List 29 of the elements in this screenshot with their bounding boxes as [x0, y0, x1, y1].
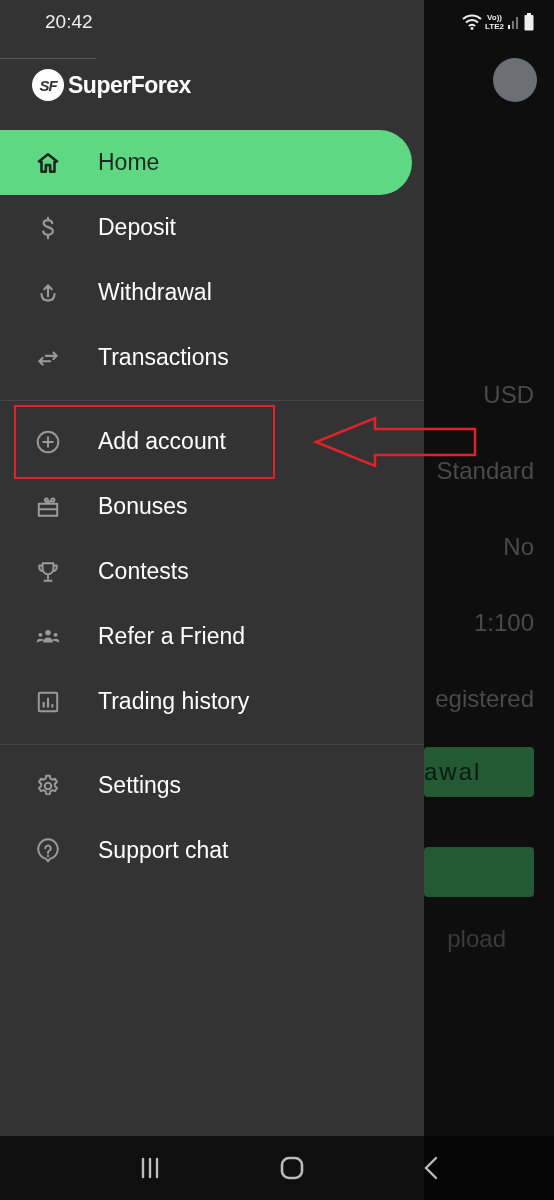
account-detail-value: USD — [483, 380, 534, 410]
menu-item[interactable]: Settings — [0, 753, 412, 818]
menu-item[interactable]: Support chat — [0, 818, 412, 883]
menu-item[interactable]: Trading history — [0, 669, 412, 734]
battery-icon — [524, 13, 534, 31]
menu-item[interactable]: Bonuses — [0, 474, 412, 539]
back-icon[interactable] — [424, 1156, 438, 1180]
menu-item[interactable]: Withdrawal — [0, 260, 412, 325]
signal-icon — [507, 14, 521, 30]
help-icon — [35, 837, 61, 864]
network-label: Vo)) LTE2 — [485, 13, 504, 31]
menu-item[interactable]: Refer a Friend — [0, 604, 412, 669]
menu-item[interactable]: Add account — [0, 409, 412, 474]
menu-item[interactable]: Contests — [0, 539, 412, 604]
wifi-icon — [462, 14, 483, 30]
avatar[interactable] — [493, 58, 537, 102]
menu-item[interactable]: Transactions — [0, 325, 412, 390]
account-detail-value: egistered — [435, 684, 534, 714]
account-detail-value: 1:100 — [473, 608, 534, 638]
menu-item[interactable]: Deposit — [0, 195, 412, 260]
plus-circle-icon — [35, 428, 61, 455]
home-nav-icon[interactable] — [280, 1156, 304, 1180]
menu-item[interactable]: Home — [0, 130, 412, 195]
logo-mark: SF — [32, 69, 64, 101]
account-detail-value: No — [503, 532, 534, 562]
account-detail-value: Standard — [436, 456, 534, 486]
recent-apps-icon[interactable] — [140, 1157, 160, 1179]
status-time: 20:42 — [45, 11, 93, 33]
brand-name: SuperForex — [68, 71, 191, 99]
